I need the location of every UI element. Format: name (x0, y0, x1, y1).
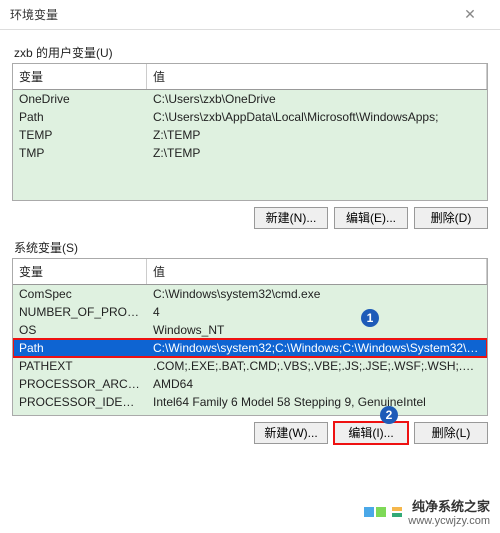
var-name: Path (13, 340, 147, 356)
annotation-badge-2: 2 (380, 406, 398, 424)
var-name: TEMP (13, 127, 147, 143)
user-vars-body: OneDrive C:\Users\zxb\OneDrive Path C:\U… (13, 90, 487, 200)
var-value: C:\Users\zxb\AppData\Local\Microsoft\Win… (147, 109, 487, 125)
var-value: AMD64 (147, 376, 487, 392)
table-header: 变量 值 (13, 259, 487, 285)
user-vars-table: 变量 值 OneDrive C:\Users\zxb\OneDrive Path… (12, 63, 488, 201)
table-row[interactable]: OS Windows_NT (13, 321, 487, 339)
table-row[interactable]: ComSpec C:\Windows\system32\cmd.exe (13, 285, 487, 303)
watermark-url: www.ycwjzy.com (408, 515, 490, 527)
table-row[interactable]: PATHEXT .COM;.EXE;.BAT;.CMD;.VBS;.VBE;.J… (13, 357, 487, 375)
col-header-name[interactable]: 变量 (13, 64, 147, 89)
col-header-value[interactable]: 值 (147, 259, 487, 284)
var-value: Z:\TEMP (147, 127, 487, 143)
var-value: Z:\TEMP (147, 145, 487, 161)
table-row[interactable]: OneDrive C:\Users\zxb\OneDrive (13, 90, 487, 108)
table-row[interactable]: PROCESSOR_IDENTIFIER Intel64 Family 6 Mo… (13, 393, 487, 411)
col-header-name[interactable]: 变量 (13, 259, 147, 284)
user-vars-label: zxb 的用户变量(U) (14, 44, 488, 61)
var-name: Path (13, 109, 147, 125)
table-row-selected[interactable]: Path C:\Windows\system32;C:\Windows;C:\W… (13, 339, 487, 357)
var-name: OneDrive (13, 91, 147, 107)
watermark-icon (364, 507, 386, 517)
content-area: zxb 的用户变量(U) 变量 值 OneDrive C:\Users\zxb\… (0, 30, 500, 466)
var-name: TMP (13, 145, 147, 161)
var-value: C:\Windows\system32\cmd.exe (147, 286, 487, 302)
var-name: PROCESSOR_IDENTIFIER (13, 394, 147, 410)
var-name: ComSpec (13, 286, 147, 302)
var-value: Intel64 Family 6 Model 58 Stepping 9, Ge… (147, 394, 487, 410)
col-header-value[interactable]: 值 (147, 64, 487, 89)
table-header: 变量 值 (13, 64, 487, 90)
var-name: PROCESSOR_ARCHITECT... (13, 376, 147, 392)
system-vars-buttons: 新建(W)... 编辑(I)... 删除(L) 2 (12, 422, 488, 444)
var-value: C:\Users\zxb\OneDrive (147, 91, 487, 107)
titlebar: 环境变量 ✕ (0, 0, 500, 30)
var-value: Windows_NT (147, 322, 487, 338)
system-vars-table: 变量 值 ComSpec C:\Windows\system32\cmd.exe… (12, 258, 488, 416)
system-vars-label: 系统变量(S) (14, 239, 488, 256)
user-vars-buttons: 新建(N)... 编辑(E)... 删除(D) (12, 207, 488, 229)
table-row[interactable]: NUMBER_OF_PROCESSORS 4 (13, 303, 487, 321)
var-value: .COM;.EXE;.BAT;.CMD;.VBS;.VBE;.JS;.JSE;.… (147, 358, 487, 374)
var-value: C:\Windows\system32;C:\Windows;C:\Window… (147, 340, 487, 356)
annotation-badge-1: 1 (361, 309, 379, 327)
table-row[interactable]: TMP Z:\TEMP (13, 144, 487, 162)
watermark-text: 纯净系统之家 www.ycwjzy.com (408, 496, 490, 527)
edit-button[interactable]: 编辑(E)... (334, 207, 408, 229)
window-title: 环境变量 (10, 6, 450, 23)
var-name: OS (13, 322, 147, 338)
close-icon[interactable]: ✕ (450, 6, 490, 23)
var-name: PATHEXT (13, 358, 147, 374)
delete-button[interactable]: 删除(D) (414, 207, 488, 229)
new-button[interactable]: 新建(W)... (254, 422, 328, 444)
edit-button[interactable]: 编辑(I)... (334, 422, 408, 444)
system-vars-body: ComSpec C:\Windows\system32\cmd.exe NUMB… (13, 285, 487, 415)
watermark: 纯净系统之家 www.ycwjzy.com (364, 496, 490, 527)
new-button[interactable]: 新建(N)... (254, 207, 328, 229)
table-row[interactable]: PROCESSOR_ARCHITECT... AMD64 (13, 375, 487, 393)
table-row[interactable]: TEMP Z:\TEMP (13, 126, 487, 144)
delete-button[interactable]: 删除(L) (414, 422, 488, 444)
var-name: NUMBER_OF_PROCESSORS (13, 304, 147, 320)
var-value: 4 (147, 304, 487, 320)
watermark-name: 纯净系统之家 (408, 496, 490, 515)
table-row[interactable]: Path C:\Users\zxb\AppData\Local\Microsof… (13, 108, 487, 126)
watermark-icon (392, 507, 402, 517)
